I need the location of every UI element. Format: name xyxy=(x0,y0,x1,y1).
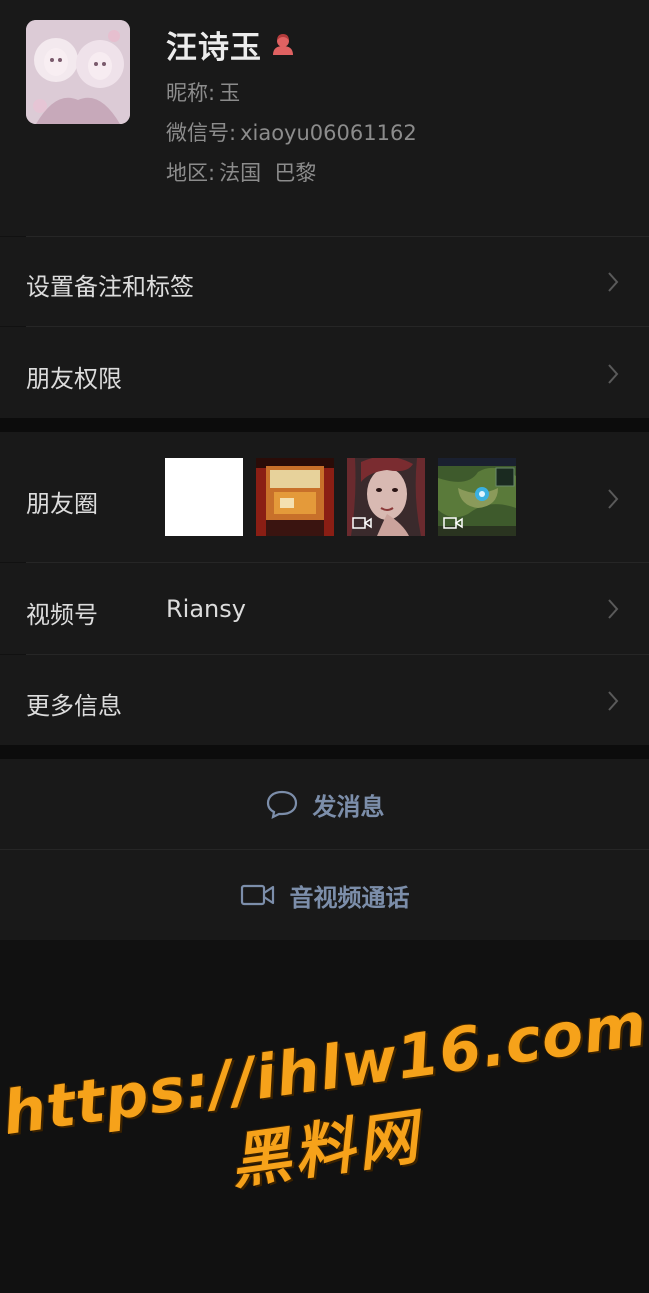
watermark: https://ihlw16.com 黑料网 xyxy=(0,987,649,1292)
contact-name: 汪诗玉 xyxy=(166,29,262,66)
more-info-row[interactable]: 更多信息 xyxy=(0,655,649,745)
region-line: 地区: 法国 巴黎 xyxy=(166,157,316,187)
moments-video-thumbnail[interactable] xyxy=(347,458,425,536)
chat-bubble-icon xyxy=(266,790,297,819)
voice-video-call-label: 音视频通话 xyxy=(289,883,410,912)
moments-thumbnail[interactable] xyxy=(256,458,334,536)
send-message-button[interactable]: 发消息 xyxy=(0,759,649,849)
wechat-id-label: 微信号: xyxy=(166,121,237,145)
channels-row[interactable]: 视频号 Riansy xyxy=(0,563,649,654)
chevron-right-icon xyxy=(608,691,619,711)
more-info-label: 更多信息 xyxy=(26,692,122,720)
moments-thumbnail[interactable] xyxy=(165,458,243,536)
chevron-right-icon xyxy=(608,272,619,292)
channels-label: 视频号 xyxy=(26,601,98,629)
section-gap xyxy=(0,745,649,759)
avatar[interactable] xyxy=(26,20,130,124)
channels-value: Riansy xyxy=(166,595,246,623)
profile-header: 汪诗玉 昵称: 玉 微信号: xiaoyu06061162 地区: 法国 巴黎 xyxy=(0,0,649,236)
region-value: 法国 巴黎 xyxy=(219,161,317,185)
remark-and-tags-row[interactable]: 设置备注和标签 xyxy=(0,237,649,326)
chevron-right-icon xyxy=(608,489,619,509)
remark-and-tags-label: 设置备注和标签 xyxy=(26,273,194,301)
section-gap xyxy=(0,418,649,432)
voice-video-call-button[interactable]: 音视频通话 xyxy=(0,850,649,940)
wechat-id-line: 微信号: xiaoyu06061162 xyxy=(166,117,417,147)
moments-label: 朋友圈 xyxy=(26,490,98,518)
chevron-right-icon xyxy=(608,599,619,619)
name-row: 汪诗玉 xyxy=(166,22,296,66)
nickname-value: 玉 xyxy=(219,81,241,105)
nickname-label: 昵称: xyxy=(166,81,216,105)
avatar-image xyxy=(26,20,130,124)
nickname-line: 昵称: 玉 xyxy=(166,77,240,107)
video-call-icon xyxy=(240,884,274,906)
female-gender-icon xyxy=(270,31,296,57)
moments-video-thumbnail[interactable] xyxy=(438,458,516,536)
friend-permission-label: 朋友权限 xyxy=(26,365,122,393)
chevron-right-icon xyxy=(608,364,619,384)
send-message-label: 发消息 xyxy=(312,792,385,821)
region-label: 地区: xyxy=(166,161,216,185)
friend-permission-row[interactable]: 朋友权限 xyxy=(0,327,649,418)
wechat-id-value: xiaoyu06061162 xyxy=(240,121,417,145)
